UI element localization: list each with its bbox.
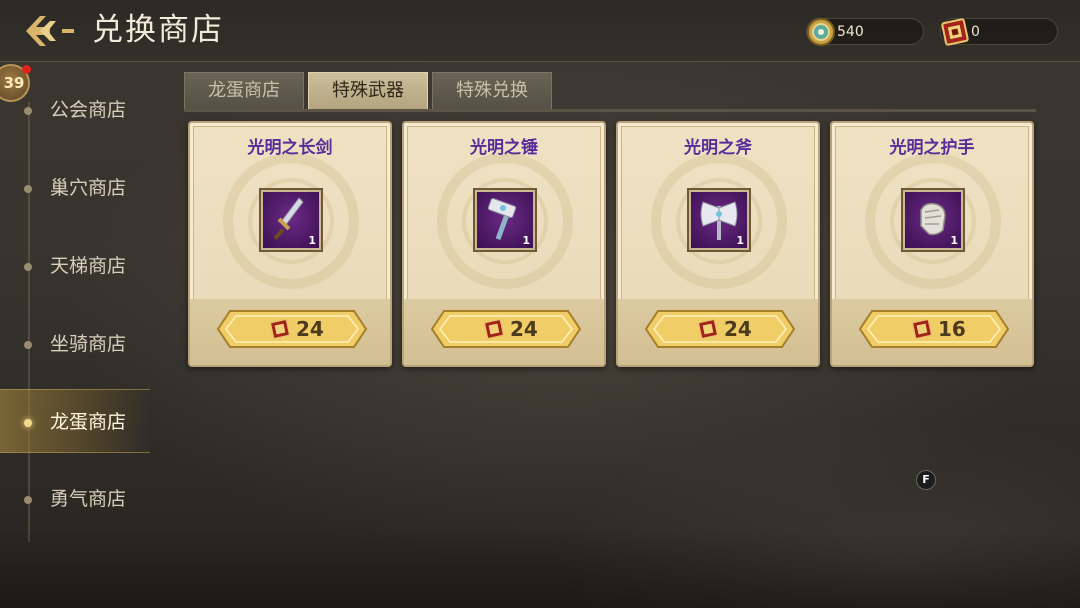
currency-ticket[interactable]: 0 (940, 18, 1058, 46)
price-button-bg (858, 310, 1010, 348)
product-price: 16 (938, 317, 966, 341)
ticket-amount: 0 (971, 24, 980, 40)
product-name: 光明之锤 (470, 138, 538, 158)
sidebar-item-courage-shop[interactable]: 勇气商店 (0, 467, 150, 531)
product-price: 24 (724, 317, 752, 341)
tab-special-weapons[interactable]: 特殊武器 (308, 72, 428, 110)
level-value: 39 (3, 74, 25, 92)
sidebar-dot (24, 496, 32, 504)
exchange-ticket-icon (941, 18, 969, 46)
currency-gold[interactable]: 540 (806, 18, 924, 46)
product-icon-frame[interactable]: 1 (903, 190, 963, 250)
product-card[interactable]: 光明之斧 1 24 (616, 121, 820, 367)
sidebar-item-label: 巢穴商店 (50, 177, 127, 199)
back-arrow-icon (26, 16, 74, 46)
gold-coin-icon (807, 18, 835, 46)
sidebar-dot (24, 341, 32, 349)
buy-button[interactable]: 24 (216, 309, 368, 349)
sidebar-item-label: 龙蛋商店 (50, 411, 127, 433)
product-name: 光明之护手 (889, 138, 975, 158)
page-title: 兑换商店 (92, 12, 224, 48)
product-quantity: 1 (522, 234, 530, 247)
product-card[interactable]: 光明之长剑 1 24 (188, 121, 392, 367)
exchange-ticket-icon (911, 318, 933, 340)
sidebar-item-label: 勇气商店 (50, 488, 127, 510)
gold-amount: 540 (837, 24, 864, 40)
sidebar-item-mount-shop[interactable]: 坐骑商店 (0, 312, 150, 376)
back-button[interactable] (22, 10, 82, 52)
product-icon-frame[interactable]: 1 (689, 190, 749, 250)
sidebar-dot (24, 263, 32, 271)
tab-divider (184, 109, 1036, 112)
shop-sidebar: 公会商店 巢穴商店 天梯商店 坐骑商店 龙蛋商店 勇气商店 (0, 62, 160, 608)
product-quantity: 1 (950, 234, 958, 247)
axe-icon (700, 201, 738, 240)
notification-dot (22, 65, 31, 74)
product-icon-frame[interactable]: 1 (475, 190, 535, 250)
price-button-bg (430, 310, 582, 348)
exchange-ticket-icon (697, 318, 719, 340)
sidebar-item-ladder-shop[interactable]: 天梯商店 (0, 234, 150, 298)
product-card[interactable]: 光明之锤 1 24 (402, 121, 606, 367)
buy-button[interactable]: 16 (858, 309, 1010, 349)
sidebar-dot (24, 107, 32, 115)
hammer-icon (487, 197, 517, 241)
price-button-bg (644, 310, 796, 348)
product-name: 光明之斧 (684, 138, 752, 158)
sidebar-dot (24, 185, 32, 193)
f-overlay-badge[interactable]: F (916, 470, 936, 490)
sidebar-item-dragon-egg-shop[interactable]: 龙蛋商店 (0, 389, 150, 453)
product-icon-frame[interactable]: 1 (261, 190, 321, 250)
top-bar: 兑换商店 540 0 (0, 0, 1080, 62)
tab-special-exchange[interactable]: 特殊兑换 (432, 72, 552, 110)
exchange-ticket-icon (483, 318, 505, 340)
exchange-ticket-icon (269, 318, 291, 340)
tab-dragon-egg-shop[interactable]: 龙蛋商店 (184, 72, 304, 110)
background-mist (0, 530, 1080, 608)
product-price: 24 (510, 317, 538, 341)
sidebar-dot (24, 419, 32, 427)
product-quantity: 1 (736, 234, 744, 247)
sidebar-item-label: 天梯商店 (50, 255, 127, 277)
sidebar-item-label: 公会商店 (50, 99, 127, 121)
longsword-icon (273, 197, 304, 240)
product-quantity: 1 (308, 234, 316, 247)
sidebar-item-label: 坐骑商店 (50, 333, 127, 355)
gauntlet-icon (920, 202, 946, 236)
sidebar-item-nest-shop[interactable]: 巢穴商店 (0, 156, 150, 220)
product-price: 24 (296, 317, 324, 341)
product-card[interactable]: 光明之护手 1 16 (830, 121, 1034, 367)
buy-button[interactable]: 24 (430, 309, 582, 349)
buy-button[interactable]: 24 (644, 309, 796, 349)
product-name: 光明之长剑 (247, 138, 333, 158)
price-button-bg (216, 310, 368, 348)
